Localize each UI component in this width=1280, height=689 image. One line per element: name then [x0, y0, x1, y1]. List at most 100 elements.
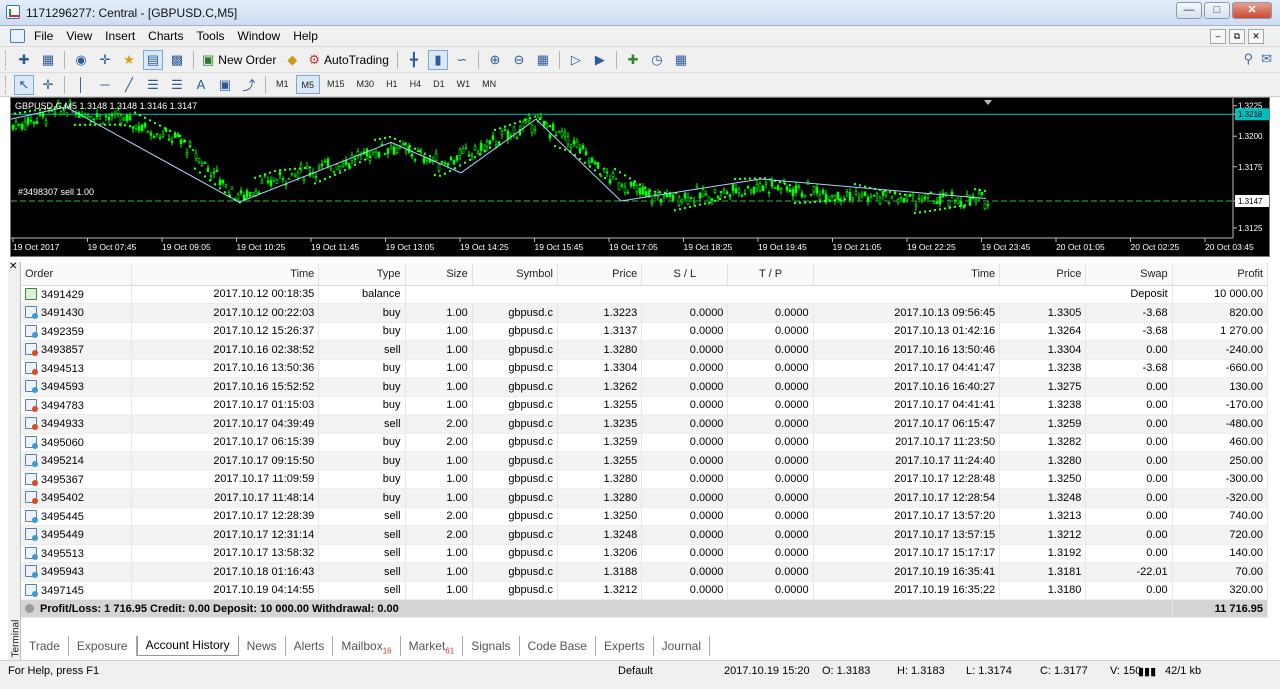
- table-row[interactable]: 3495513 2017.10.17 13:58:32 sell 1.00 gbpusd…: [21, 544, 1269, 563]
- table-row[interactable]: 3495943 2017.10.18 01:16:43 sell 1.00 gbpusd…: [21, 562, 1269, 582]
- horizontal-line-icon[interactable]: ─: [95, 75, 115, 95]
- market-watch-icon[interactable]: ◉: [71, 50, 91, 70]
- table-row[interactable]: 3492359 2017.10.12 15:26:37 buy 1.00 gbpusd.…: [21, 322, 1269, 341]
- table-row[interactable]: 3497145 2017.10.19 04:14:55 sell 1.00 gbpusd…: [21, 581, 1269, 600]
- menu-help[interactable]: Help: [293, 26, 327, 47]
- column-header[interactable]: Symbol: [472, 263, 558, 286]
- column-header[interactable]: Profit: [1172, 263, 1269, 286]
- column-header[interactable]: Order: [21, 263, 132, 286]
- timeframe-m30[interactable]: M30: [352, 75, 380, 94]
- terminal-close-icon[interactable]: ✕: [9, 262, 17, 272]
- templates-icon[interactable]: ▦: [671, 50, 691, 70]
- table-row[interactable]: 3494513 2017.10.16 13:50:36 buy 1.00 gbpusd.…: [21, 359, 1269, 378]
- tab-experts[interactable]: Experts: [596, 636, 654, 656]
- timeframe-d1[interactable]: D1: [428, 75, 450, 94]
- table-row[interactable]: 3494783 2017.10.17 01:15:03 buy 1.00 gbpusd.…: [21, 396, 1269, 415]
- strategy-tester-icon[interactable]: ▩: [167, 50, 187, 70]
- table-row[interactable]: 3495445 2017.10.17 12:28:39 sell 2.00 gbpusd…: [21, 507, 1269, 526]
- cursor-icon[interactable]: ↖: [14, 74, 34, 95]
- column-header[interactable]: T / P: [727, 263, 814, 286]
- data-window-icon[interactable]: ▤: [143, 49, 163, 70]
- auto-scroll-icon[interactable]: ▷: [566, 50, 586, 70]
- tab-signals[interactable]: Signals: [463, 636, 520, 656]
- new-order-button[interactable]: ▣ New Order: [198, 50, 280, 70]
- column-header[interactable]: Swap: [1085, 263, 1173, 286]
- table-row[interactable]: 3495060 2017.10.17 06:15:39 buy 2.00 gbpusd.…: [21, 433, 1269, 452]
- column-header[interactable]: Type: [318, 263, 406, 286]
- table-row[interactable]: 3491430 2017.10.12 00:22:03 buy 1.00 gbpusd.…: [21, 303, 1269, 323]
- chart-window-icon[interactable]: [10, 29, 25, 43]
- channel-icon[interactable]: ☰: [143, 75, 163, 95]
- column-header[interactable]: Price: [557, 263, 643, 286]
- timeframe-h4[interactable]: H4: [405, 75, 427, 94]
- column-header[interactable]: Price: [999, 263, 1087, 286]
- search-icon[interactable]: ⚲: [1244, 51, 1254, 67]
- table-row[interactable]: 3495214 2017.10.17 09:15:50 buy 1.00 gbpusd.…: [21, 451, 1269, 471]
- tab-mailbox[interactable]: Mailbox16: [333, 636, 401, 656]
- line-chart-icon[interactable]: ∽: [452, 50, 472, 70]
- table-row[interactable]: 3495402 2017.10.17 11:48:14 buy 1.00 gbpusd.…: [21, 488, 1269, 508]
- symbol-cell: gbpusd.c: [472, 340, 558, 360]
- new-chart-icon[interactable]: ✚: [14, 50, 34, 70]
- crosshair-icon[interactable]: ✛: [38, 75, 58, 95]
- navigator-crosshair-icon[interactable]: ✛: [95, 50, 115, 70]
- tab-alerts[interactable]: Alerts: [286, 636, 334, 656]
- price-chart[interactable]: 1.3225 1.3218 1.3200 1.3175 1.3147 1.3125 19 O…: [10, 97, 1270, 257]
- menu-insert[interactable]: Insert: [105, 26, 144, 47]
- tab-exposure[interactable]: Exposure: [69, 636, 137, 656]
- table-row[interactable]: 3491429 2017.10.12 00:18:35 balance Deposit…: [21, 285, 1269, 304]
- column-header[interactable]: Size: [405, 263, 473, 286]
- zoom-in-icon[interactable]: ⊕: [485, 50, 505, 70]
- metaeditor-icon[interactable]: ◆: [282, 50, 302, 70]
- column-header[interactable]: Time: [131, 263, 320, 286]
- mdi-close-button[interactable]: ✕: [1248, 29, 1264, 44]
- zoom-out-icon[interactable]: ⊖: [509, 50, 529, 70]
- menu-charts[interactable]: Charts: [148, 26, 192, 47]
- periods-icon[interactable]: ◷: [647, 50, 667, 70]
- indicators-icon[interactable]: ✚: [623, 50, 643, 70]
- menu-tools[interactable]: Tools: [197, 26, 234, 47]
- time-cell: 2017.10.17 11:48:14: [131, 488, 320, 508]
- bar-chart-icon[interactable]: ╋: [404, 50, 424, 70]
- close-button[interactable]: ✕: [1232, 2, 1272, 19]
- favorites-icon[interactable]: ★: [119, 50, 139, 70]
- chart-shift-icon[interactable]: ▶: [590, 50, 610, 70]
- minimize-button[interactable]: —: [1176, 2, 1202, 19]
- column-header[interactable]: S / L: [641, 263, 729, 286]
- mdi-minimize-button[interactable]: –: [1210, 29, 1226, 44]
- timeframe-m15[interactable]: M15: [322, 75, 350, 94]
- tab-trade[interactable]: Trade: [21, 636, 69, 656]
- tile-windows-icon[interactable]: ▦: [533, 50, 553, 70]
- table-row[interactable]: 3495367 2017.10.17 11:09:59 buy 1.00 gbpusd.…: [21, 470, 1269, 489]
- vertical-line-icon[interactable]: │: [71, 75, 91, 95]
- profiles-icon[interactable]: ▦: [38, 50, 58, 70]
- candlestick-icon[interactable]: ▮: [427, 49, 448, 70]
- timeframe-m5[interactable]: M5: [295, 75, 321, 94]
- table-row[interactable]: 3495449 2017.10.17 12:31:14 sell 2.00 gbpusd…: [21, 525, 1269, 545]
- arrows-icon[interactable]: ⤴: [239, 75, 259, 95]
- table-row[interactable]: 3493857 2017.10.16 02:38:52 sell 1.00 gbpusd…: [21, 340, 1269, 360]
- fibonacci-icon[interactable]: ☰: [167, 75, 187, 95]
- trendline-icon[interactable]: ╱: [119, 75, 139, 95]
- menu-window[interactable]: Window: [238, 26, 290, 47]
- timeframe-h1[interactable]: H1: [381, 75, 403, 94]
- tab-account-history[interactable]: Account History: [136, 636, 239, 656]
- menu-view[interactable]: View: [66, 26, 101, 47]
- mdi-restore-button[interactable]: ⧉: [1229, 29, 1245, 44]
- timeframe-mn[interactable]: MN: [477, 75, 501, 94]
- tab-news[interactable]: News: [239, 636, 286, 656]
- column-header[interactable]: Time: [813, 263, 1001, 286]
- menu-file[interactable]: File: [34, 26, 62, 47]
- timeframe-m1[interactable]: M1: [271, 75, 294, 94]
- timeframe-w1[interactable]: W1: [452, 75, 476, 94]
- chat-icon[interactable]: ✉: [1261, 51, 1272, 67]
- autotrading-button[interactable]: ⚙ AutoTrading: [304, 50, 393, 70]
- tab-market[interactable]: Market61: [401, 636, 464, 656]
- maximize-button[interactable]: □: [1204, 2, 1230, 19]
- tab-code-base[interactable]: Code Base: [520, 636, 596, 656]
- tab-journal[interactable]: Journal: [654, 636, 710, 656]
- table-row[interactable]: 3494933 2017.10.17 04:39:49 sell 2.00 gbpusd…: [21, 414, 1269, 434]
- text-icon[interactable]: A: [191, 75, 211, 95]
- text-label-icon[interactable]: ▣: [215, 75, 235, 95]
- table-row[interactable]: 3494593 2017.10.16 15:52:52 buy 1.00 gbpusd.…: [21, 377, 1269, 397]
